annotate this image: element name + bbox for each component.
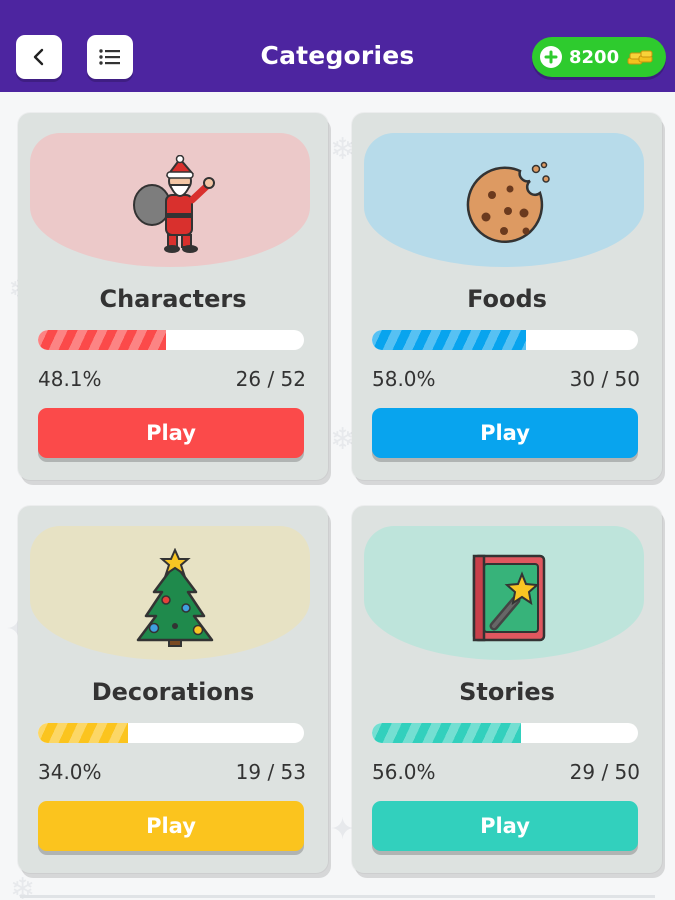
play-button[interactable]: Play (38, 801, 304, 851)
category-title: Decorations (91, 678, 255, 706)
cookie-icon (466, 161, 550, 244)
play-button[interactable]: Play (372, 801, 638, 851)
progress-percent: 34.0% (38, 760, 102, 784)
progress-bar (38, 330, 304, 350)
progress-bar (372, 330, 638, 350)
progress-fill (38, 330, 166, 350)
progress-bar (38, 723, 304, 743)
category-card-decorations: Decorations 34.0% 19 / 53 Play (18, 506, 328, 873)
card-header-bg (30, 526, 310, 660)
play-button[interactable]: Play (372, 408, 638, 458)
progress-percent: 48.1% (38, 367, 102, 391)
magic-book-icon (472, 554, 546, 642)
card-header-bg (364, 526, 644, 660)
progress-fill (372, 723, 521, 743)
christmas-tree-icon (136, 548, 214, 647)
progress-count: 26 / 52 (235, 367, 306, 391)
progress-count: 29 / 50 (569, 760, 640, 784)
progress-fill (372, 330, 527, 350)
add-coins-icon (540, 46, 562, 68)
card-header-bg (30, 133, 310, 267)
progress-count: 30 / 50 (569, 367, 640, 391)
category-card-stories: Stories 56.0% 29 / 50 Play (352, 506, 662, 873)
coin-balance-button[interactable]: 8200 (532, 37, 666, 77)
coin-count: 8200 (569, 46, 620, 68)
progress-count: 19 / 53 (235, 760, 306, 784)
play-button[interactable]: Play (38, 408, 304, 458)
category-title: Foods (467, 285, 547, 313)
progress-bar (372, 723, 638, 743)
gold-coins-icon (627, 50, 653, 65)
progress-percent: 58.0% (372, 367, 436, 391)
santa-icon (133, 155, 215, 253)
next-row-edge (20, 895, 655, 898)
category-card-characters: Characters 48.1% 26 / 52 Play (18, 113, 328, 480)
progress-percent: 56.0% (372, 760, 436, 784)
category-title: Stories (459, 678, 555, 706)
category-title: Characters (99, 285, 247, 313)
progress-fill (38, 723, 129, 743)
category-card-foods: Foods 58.0% 30 / 50 Play (352, 113, 662, 480)
card-header-bg (364, 133, 644, 267)
top-bar: Categories 8200 (0, 0, 675, 92)
